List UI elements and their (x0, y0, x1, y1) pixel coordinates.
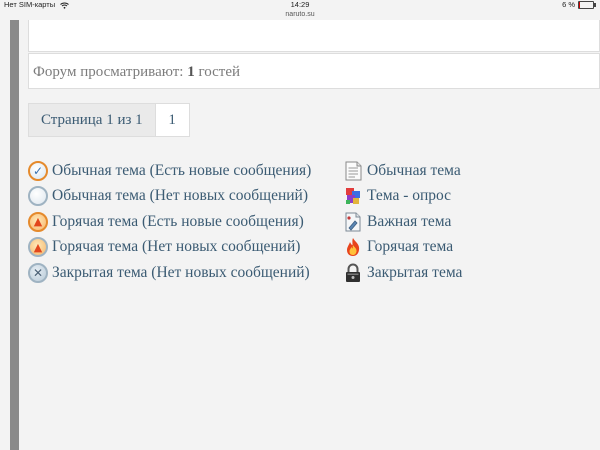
legend-item: Закрытая тема (343, 260, 462, 286)
locked-topic-icon: ✕ (28, 262, 48, 283)
important-document-icon (343, 212, 363, 232)
hot-read-topic-icon: ▲ (28, 237, 48, 258)
legend-label: Горячая тема (Нет новых сообщений) (52, 238, 301, 256)
legend-label: Горячая тема (367, 238, 454, 256)
viewers-suffix: гостей (198, 64, 241, 80)
battery-status: 6 % (562, 0, 596, 10)
viewers-prefix: Форум просматривают: (33, 64, 184, 80)
legend-item: ✓ Обычная тема (Есть новые сообщения) (28, 158, 311, 184)
legend-item: ▲ Горячая тема (Есть новые сообщения) (28, 209, 311, 235)
content-panel (28, 20, 600, 52)
legend-label: Обычная тема (367, 161, 461, 179)
legend-label: Обычная тема (Нет новых сообщений) (52, 187, 308, 205)
legend-item: Важная тема (343, 209, 462, 235)
legend-item: Горячая тема (343, 235, 462, 261)
battery-fill (579, 2, 580, 8)
page-left-border (10, 20, 19, 450)
url-bar[interactable]: naruto.su (0, 10, 600, 20)
battery-icon (578, 1, 596, 9)
page-number-button[interactable]: 1 (155, 103, 190, 137)
legend-label: Закрытая тема (367, 263, 463, 281)
fire-icon (343, 237, 363, 257)
battery-text: 6 % (562, 0, 575, 9)
unread-topic-icon: ✓ (28, 160, 48, 181)
read-topic-icon (28, 186, 48, 207)
clock: 14:29 (290, 0, 310, 9)
viewers-panel: Форум просматривают: 1 гостей (28, 53, 600, 89)
topic-legend-right: Обычная тема Тема - опрос Важная тема Го… (343, 158, 462, 286)
legend-item: Обычная тема (343, 158, 462, 184)
pagination-info: Страница 1 из 1 (28, 103, 156, 137)
poll-icon (343, 186, 363, 206)
legend-item: ✕ Закрытая тема (Нет новых сообщений) (28, 260, 311, 286)
legend-label: Обычная тема (Есть новые сообщения) (52, 161, 312, 179)
legend-label: Горячая тема (Есть новые сообщения) (52, 212, 304, 230)
legend-label: Тема - опрос (367, 187, 452, 205)
legend-label: Важная тема (367, 212, 452, 230)
legend-item: Обычная тема (Нет новых сообщений) (28, 184, 311, 210)
pagination: Страница 1 из 1 1 (28, 103, 190, 137)
status-bar: Нет SIM-карты 14:29 6 % (0, 0, 600, 10)
legend-label: Закрытая тема (Нет новых сообщений) (52, 263, 310, 281)
document-icon (343, 161, 363, 181)
hot-unread-topic-icon: ▲ (28, 211, 48, 232)
legend-item: ▲ Горячая тема (Нет новых сообщений) (28, 235, 311, 261)
viewers-count: 1 (187, 64, 195, 80)
topic-legend-left: ✓ Обычная тема (Есть новые сообщения) Об… (28, 158, 311, 286)
legend-item: Тема - опрос (343, 184, 462, 210)
padlock-icon (343, 263, 363, 283)
